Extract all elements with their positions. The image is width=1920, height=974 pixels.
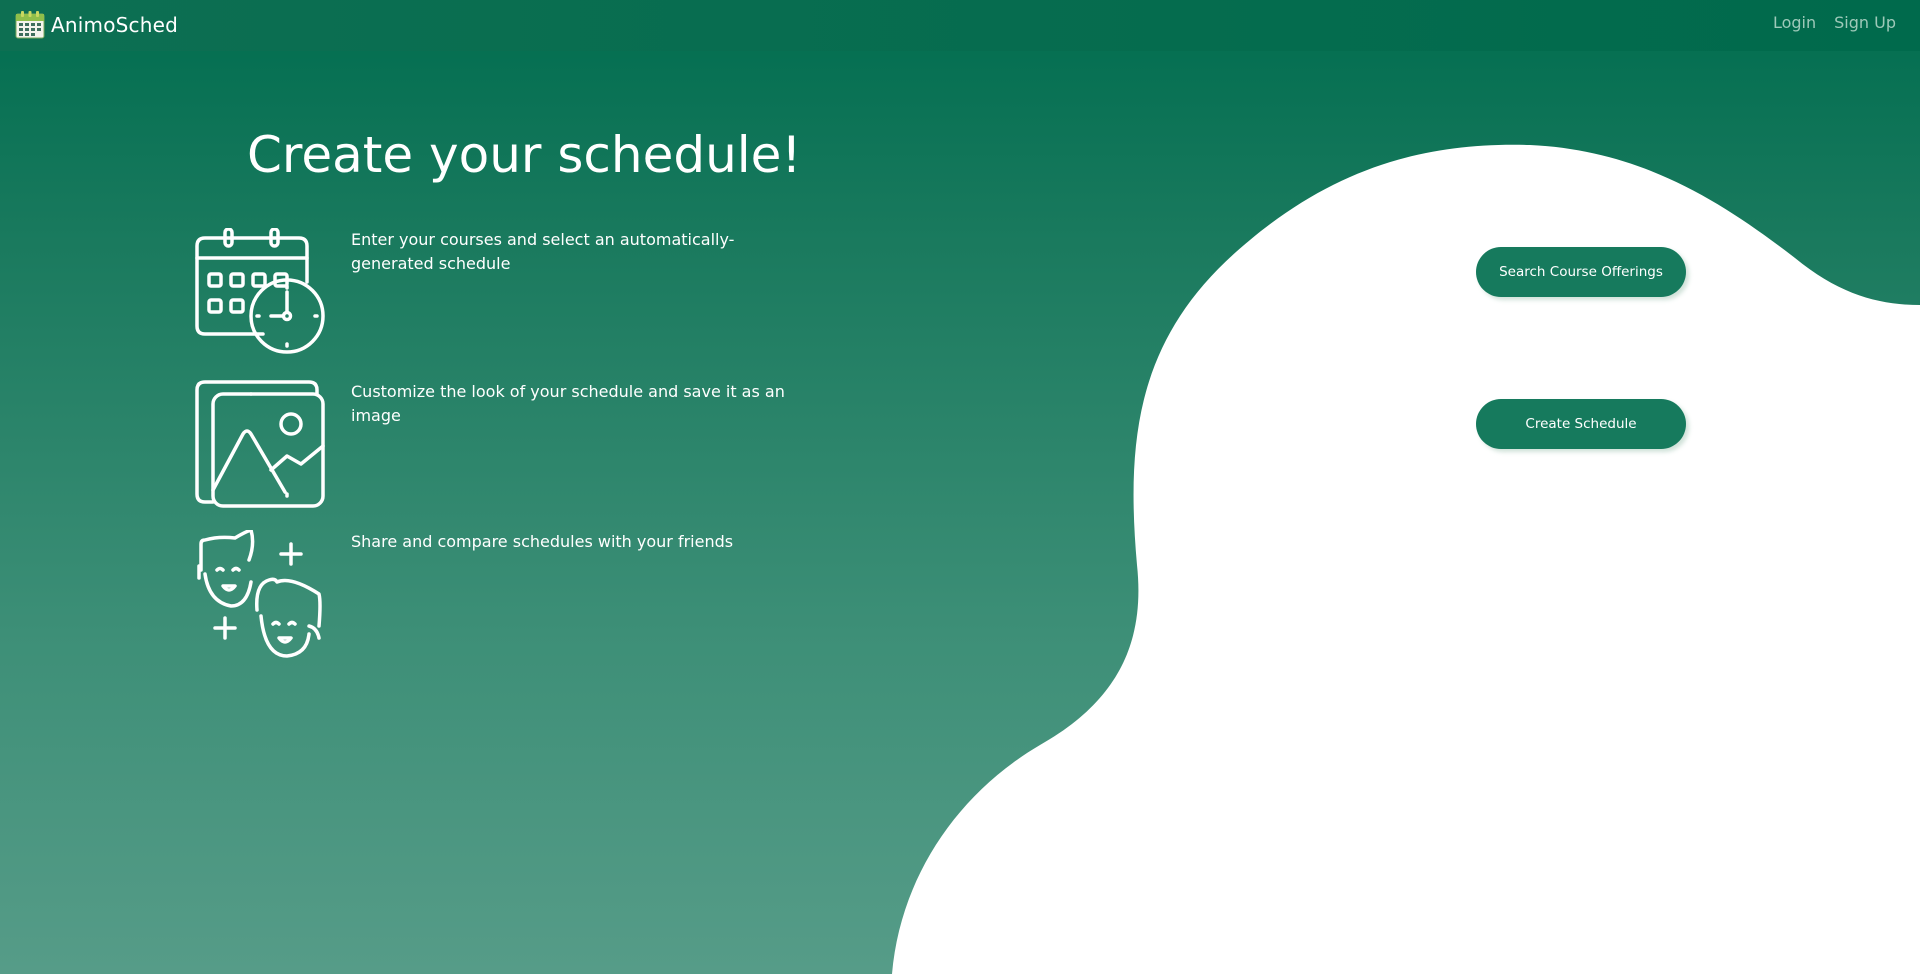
search-course-offerings-button[interactable]: Search Course Offerings <box>1476 247 1686 297</box>
page-title: Create your schedule! <box>247 126 802 184</box>
login-link[interactable]: Login <box>1773 13 1816 32</box>
brand-name: AnimoSched <box>51 13 178 37</box>
landing-page: AnimoSched Login Sign Up Create your sch… <box>0 0 1920 974</box>
feature-text: Customize the look of your schedule and … <box>351 382 785 425</box>
signup-link[interactable]: Sign Up <box>1834 13 1896 32</box>
image-gallery-icon <box>195 380 325 508</box>
calendar-clock-icon <box>195 228 325 354</box>
friends-icon <box>197 530 322 658</box>
nav-links: Login Sign Up <box>1773 13 1896 32</box>
feature-text: Enter your courses and select an automat… <box>351 230 735 273</box>
create-schedule-button[interactable]: Create Schedule <box>1476 399 1686 449</box>
feature-item: Customize the look of your schedule and … <box>195 380 795 510</box>
feature-item: Share and compare schedules with your fr… <box>195 530 795 660</box>
feature-text: Share and compare schedules with your fr… <box>351 532 734 551</box>
brand-home-link[interactable]: AnimoSched <box>15 9 178 41</box>
navbar: AnimoSched Login Sign Up <box>0 0 1920 51</box>
feature-item: Enter your courses and select an automat… <box>195 228 795 358</box>
calendar-logo-icon <box>15 11 45 39</box>
